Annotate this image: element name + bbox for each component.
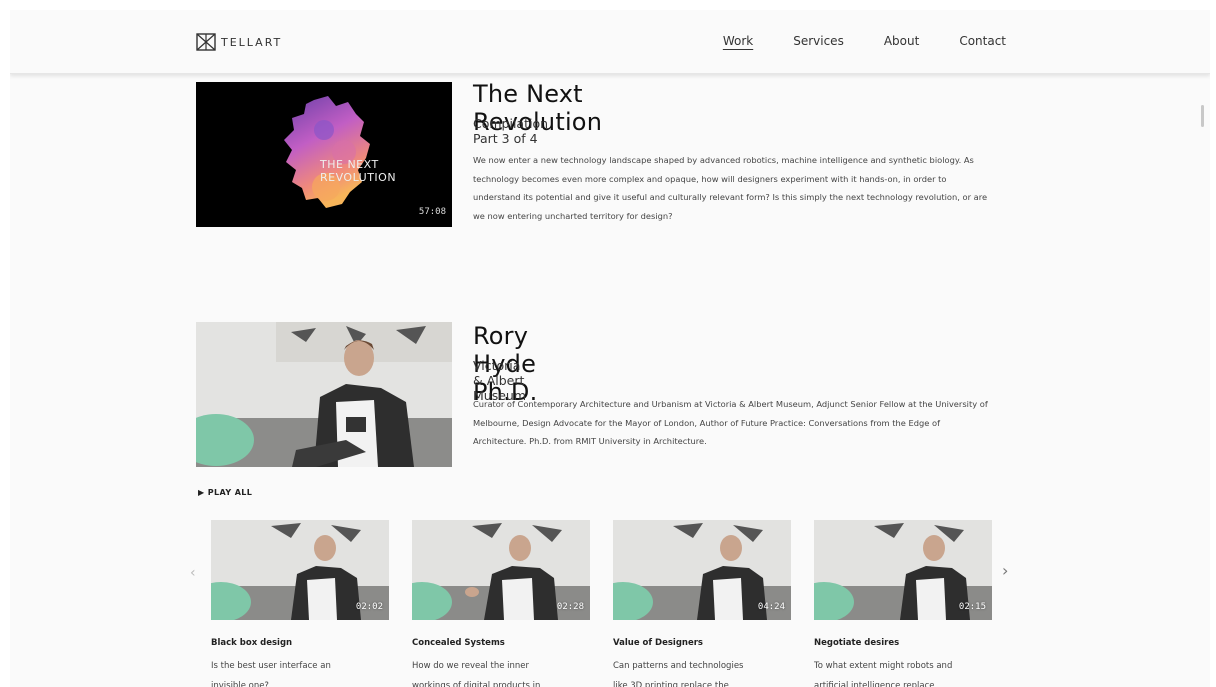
- page: TELLART Work Services About Contact THE …: [0, 0, 1216, 687]
- card-description: How do we reveal the inner workings of d…: [412, 661, 541, 687]
- card-thumbnail: 02:28: [412, 520, 590, 620]
- nav-item-about[interactable]: About: [884, 34, 919, 48]
- card-duration: 02:02: [355, 602, 383, 612]
- main-nav: Work Services About Contact: [683, 34, 1006, 48]
- carousel-next-icon[interactable]: ›: [1002, 561, 1008, 580]
- logo[interactable]: TELLART: [196, 32, 282, 52]
- video-card[interactable]: 02:28 Concealed Systems How do we reveal…: [412, 520, 590, 687]
- browser-viewport: TELLART Work Services About Contact THE …: [10, 10, 1210, 687]
- thumbnail-caption: THE NEXT REVOLUTION: [320, 158, 397, 184]
- card-title: Concealed Systems: [412, 638, 505, 648]
- play-all-button[interactable]: ▶ PLAY ALL: [198, 488, 252, 497]
- card-duration: 02:15: [958, 602, 986, 612]
- speaker-video-thumbnail[interactable]: [196, 322, 452, 467]
- abstract-blob-image: [284, 96, 370, 208]
- card-description: Is the best user interface an invisible …: [211, 661, 331, 687]
- card-duration: 04:24: [757, 602, 785, 612]
- card-duration: 02:28: [556, 602, 584, 612]
- nav-item-services[interactable]: Services: [793, 34, 844, 48]
- video-card[interactable]: 04:24 Value of Designers Can patterns an…: [613, 520, 791, 687]
- feature-description: We now enter a new technology landscape …: [473, 155, 988, 221]
- speaker-bio: Curator of Contemporary Architecture and…: [473, 399, 988, 446]
- card-thumbnail: 02:15: [814, 520, 992, 620]
- carousel-prev-icon[interactable]: ‹: [190, 565, 196, 581]
- card-thumbnail: 04:24: [613, 520, 791, 620]
- card-title: Black box design: [211, 638, 293, 648]
- card-thumbnail: 02:02: [211, 520, 389, 620]
- scrollbar-thumb[interactable]: [1201, 105, 1204, 127]
- tellart-logo-icon: [196, 33, 216, 51]
- video-card[interactable]: 02:02 Black box design Is the best user …: [211, 520, 389, 687]
- nav-item-work[interactable]: Work: [723, 34, 753, 48]
- card-description: To what extent might robots and artifici…: [814, 661, 953, 687]
- card-title: Value of Designers: [613, 638, 703, 648]
- video-card[interactable]: 02:15 Negotiate desires To what extent m…: [814, 520, 992, 687]
- logo-text: TELLART: [221, 35, 283, 49]
- card-description: Can patterns and technologies like 3D pr…: [613, 661, 744, 687]
- top-navbar: TELLART Work Services About Contact: [10, 10, 1210, 74]
- feature-subtitle: Compilation Part 3 of 4: [473, 116, 549, 146]
- video-duration: 57:08: [418, 207, 446, 217]
- feature-video-thumbnail[interactable]: THE NEXT REVOLUTION 57:08: [196, 82, 452, 227]
- nav-item-contact[interactable]: Contact: [959, 34, 1006, 48]
- card-title: Negotiate desires: [814, 638, 900, 648]
- speaker-photo: [196, 322, 452, 467]
